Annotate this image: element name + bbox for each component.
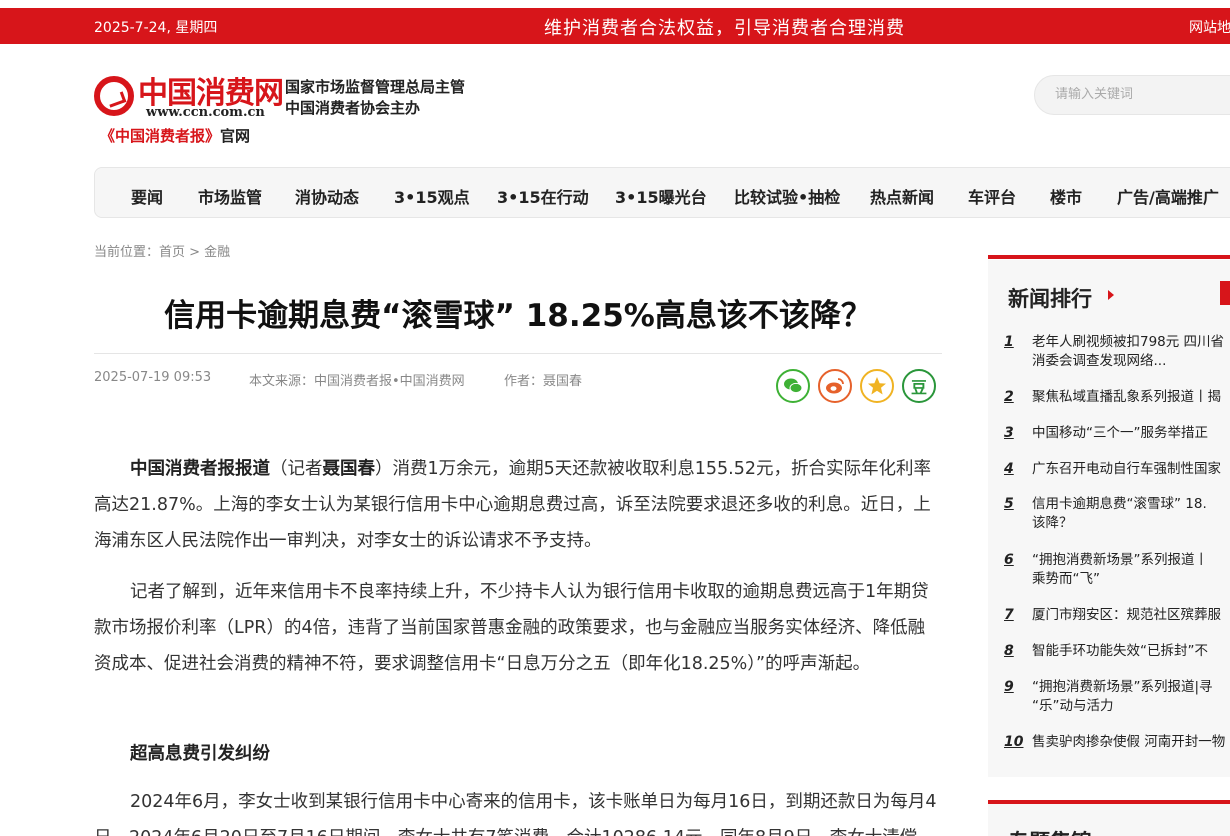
article-paragraph-1: 中国消费者报报道（记者聂国春）消费1万余元，逾期5天还款被收取利息155.52元…	[94, 451, 942, 559]
share-wechat-button[interactable]	[776, 369, 810, 403]
ranking-number: 2	[1004, 389, 1014, 405]
search-input[interactable]	[1055, 87, 1225, 102]
ranking-text: 老年人刷视频被扣798元 四川省 消委会调查发现网络...	[1032, 334, 1225, 369]
site-logo[interactable]: 中国消费网 www.ccn.com.cn 《中国消费者报》官网	[94, 68, 284, 148]
ranking-text: 售卖驴肉掺杂使假 河南开封一物	[1032, 734, 1226, 750]
nav-item-car-review[interactable]: 车评台	[968, 184, 1016, 208]
chevron-right-icon	[1108, 290, 1114, 300]
main-nav: 要闻 市场监管 消协动态 3•15观点 3•15在行动 3•15曝光台 比较试验…	[94, 167, 1230, 218]
article-date: 2025-07-19 09:53	[94, 370, 212, 385]
article-subhead: 超高息费引发纠纷	[130, 744, 270, 764]
ranking-text: 聚焦私域直播乱象系列报道丨揭	[1032, 389, 1221, 405]
sitemap-link[interactable]: 网站地图	[1189, 17, 1230, 37]
ranking-number: 1	[1004, 334, 1014, 350]
nav-item-consumer-association[interactable]: 消协动态	[295, 184, 359, 208]
ranking-tab-marker	[1220, 281, 1230, 305]
nav-item-315-action[interactable]: 3•15在行动	[497, 184, 589, 208]
nav-item-315-opinion[interactable]: 3•15观点	[394, 184, 470, 208]
article-p2-text: 记者了解到，近年来信用卡不良率持续上升，不少持卡人认为银行信用卡收取的逾期息费远…	[94, 582, 929, 674]
article-lead: 中国消费者报报道	[130, 459, 270, 479]
ranking-text: 智能手环功能失效“已拆封”不	[1032, 643, 1208, 659]
sponsor-line-2: 中国消费者协会主办	[285, 99, 421, 117]
title-divider	[94, 353, 942, 354]
share-douban-button[interactable]: 豆	[902, 369, 936, 403]
article-p3-text: 2024年6月，李女士收到某银行信用卡中心寄来的信用卡，该卡账单日为每月16日，…	[94, 792, 937, 836]
news-ranking-panel: 新闻排行 1 老年人刷视频被扣798元 四川省 消委会调查发现网络... 2 聚焦私…	[988, 255, 1230, 777]
article-author: 作者：聂国春	[504, 374, 583, 389]
topics-title: 专题集锦	[1008, 826, 1092, 836]
nav-item-hot-news[interactable]: 热点新闻	[870, 184, 934, 208]
topics-panel: 专题集锦	[988, 800, 1230, 836]
sponsor-line-1: 国家市场监督管理总局主管	[285, 78, 466, 96]
ranking-number: 10	[1004, 734, 1024, 750]
news-ranking-title: 新闻排行	[1008, 287, 1092, 311]
share-qzone-button[interactable]	[860, 369, 894, 403]
article-title: 信用卡逾期息费“滚雪球” 18.25%高息该不该降？	[164, 298, 872, 334]
nav-item-news[interactable]: 要闻	[131, 184, 163, 208]
nav-item-315-exposure[interactable]: 3•15曝光台	[615, 184, 707, 208]
logo-subtitle: 《中国消费者报》官网	[100, 125, 250, 146]
current-date: 2025-7-24, 星期四	[94, 20, 218, 36]
ranking-text: “拥抱消费新场景”系列报道丨 乘势而“飞”	[1032, 552, 1208, 587]
nav-item-market-supervision[interactable]: 市场监管	[198, 184, 262, 208]
ranking-number: 9	[1004, 679, 1014, 695]
article-paragraph-2: 记者了解到，近年来信用卡不良率持续上升，不少持卡人认为银行信用卡收取的逾期息费远…	[94, 574, 942, 682]
ranking-text: 广东召开电动自行车强制性国家	[1032, 461, 1221, 477]
sponsor-info: 国家市场监督管理总局主管 中国消费者协会主办	[285, 77, 465, 119]
ranking-text: 信用卡逾期息费“滚雪球” 18. 该降？	[1032, 496, 1207, 531]
nav-item-property[interactable]: 楼市	[1050, 184, 1082, 208]
star-icon	[868, 377, 886, 395]
wechat-icon	[784, 378, 803, 394]
logo-subtitle-official: 官网	[220, 127, 251, 145]
logo-url: www.ccn.com.cn	[146, 105, 265, 120]
top-bar: 2025-7-24, 星期四 维护消费者合法权益，引导消费者合理消费 网站地图	[0, 8, 1230, 44]
ranking-number: 5	[1004, 496, 1014, 512]
article-paragraph-3: 2024年6月，李女士收到某银行信用卡中心寄来的信用卡，该卡账单日为每月16日，…	[94, 784, 942, 836]
ranking-number: 7	[1004, 607, 1014, 623]
nav-item-advertising[interactable]: 广告/高端推广	[1117, 184, 1219, 208]
ranking-number: 4	[1004, 461, 1014, 477]
ranking-number: 6	[1004, 552, 1014, 568]
article-p1-part-a: （记者	[270, 459, 323, 479]
logo-ring-icon	[94, 76, 134, 116]
ranking-number: 8	[1004, 643, 1014, 659]
ranking-number: 3	[1004, 425, 1014, 441]
site-slogan: 维护消费者合法权益，引导消费者合理消费	[544, 18, 905, 39]
ranking-text: 厦门市翔安区：规范社区殡葬服	[1032, 607, 1221, 623]
weibo-icon	[826, 378, 844, 394]
breadcrumb: 当前位置：首页 > 金融	[94, 245, 231, 260]
article-source: 本文来源：中国消费者报•中国消费网	[249, 374, 465, 389]
search-box[interactable]	[1034, 75, 1230, 115]
logo-subtitle-paper: 《中国消费者报》	[100, 127, 221, 145]
ranking-text: 中国移动“三个一”服务举措正	[1032, 425, 1208, 441]
douban-icon: 豆	[910, 378, 927, 397]
article-reporter: 聂国春	[322, 459, 376, 479]
ranking-text: “拥抱消费新场景”系列报道|寻 “乐”动与活力	[1032, 679, 1213, 714]
nav-item-comparative-test[interactable]: 比较试验•抽检	[734, 184, 840, 208]
share-weibo-button[interactable]	[818, 369, 852, 403]
